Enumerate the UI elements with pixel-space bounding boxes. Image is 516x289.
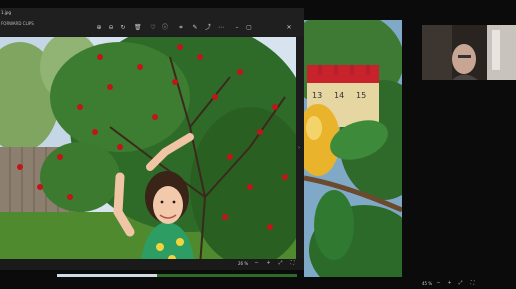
share-icon[interactable]: ⤴	[205, 25, 211, 31]
photo-canvas[interactable]	[0, 37, 296, 266]
delete-icon[interactable]: 🗑	[134, 25, 142, 31]
zoom-out-icon[interactable]: −	[254, 261, 259, 266]
fit-window-icon[interactable]: ⤢	[278, 261, 283, 266]
rotate-icon[interactable]: ↻	[120, 25, 126, 31]
zoom-in-icon[interactable]: ⊕	[96, 25, 102, 31]
zoom-out-icon[interactable]: −	[436, 281, 441, 286]
next-image-chevron-icon[interactable]: ›	[298, 145, 300, 151]
maximize-icon[interactable]: ▢	[246, 25, 252, 31]
ruler-mark-15: 15	[356, 91, 366, 100]
more-icon[interactable]: ⋯	[218, 25, 224, 31]
breadcrumb: FORWARD CLIPS	[1, 21, 34, 26]
filmstrip-preview[interactable]	[57, 268, 297, 277]
edit-icon[interactable]: ✎	[192, 25, 198, 31]
peach-ruler-photo: 13 14 15	[304, 20, 402, 277]
cherry-tree-photo	[0, 37, 296, 266]
zoom-out-icon[interactable]: ⊖	[108, 25, 114, 31]
ruler-mark-14: 14	[334, 91, 344, 100]
webcam-feed	[422, 25, 516, 80]
title-bar	[0, 8, 304, 20]
minimize-icon[interactable]: –	[234, 25, 240, 31]
fit-window-icon[interactable]: ⤢	[458, 281, 463, 286]
second-photo-viewer: 13 14 15	[304, 20, 402, 277]
zoom-level: 26 %	[238, 261, 249, 266]
photo-viewer-window: 1.jpg FORWARD CLIPS ⊕ ⊖ ↻ 🗑 ♡ ⓘ ⌗ ✎ ⤴ ⋯ …	[0, 8, 304, 270]
zoom-in-icon[interactable]: +	[266, 261, 271, 266]
info-icon[interactable]: ⓘ	[162, 25, 168, 31]
window-title: 1.jpg	[1, 10, 12, 15]
ruler-mark-13: 13	[312, 91, 322, 100]
fullscreen-icon[interactable]: ⛶	[470, 281, 475, 286]
close-icon[interactable]: ✕	[286, 25, 292, 31]
fullscreen-icon[interactable]: ⛶	[290, 261, 295, 266]
zoom-level-right: 45 %	[422, 281, 433, 286]
favorite-icon[interactable]: ♡	[150, 25, 156, 31]
zoom-in-icon[interactable]: +	[447, 281, 452, 286]
crop-icon[interactable]: ⌗	[178, 25, 184, 31]
